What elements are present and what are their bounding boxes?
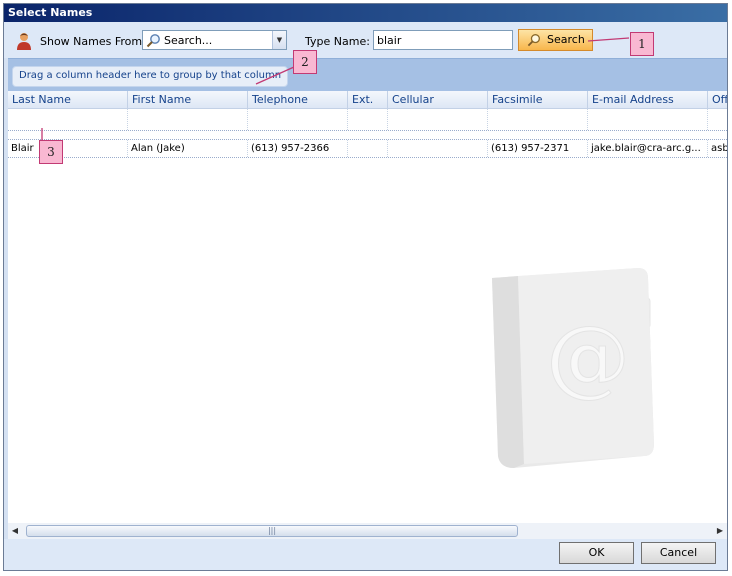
search-button[interactable]: Search <box>518 29 593 51</box>
type-name-input[interactable] <box>373 30 513 50</box>
search-button-label: Search <box>547 33 585 46</box>
column-header-email[interactable]: E-mail Address <box>588 91 708 108</box>
group-by-hint: Drag a column header here to group by th… <box>12 66 289 87</box>
column-header-facsimile[interactable]: Facsimile <box>488 91 588 108</box>
show-names-from-dropdown[interactable]: Search... ▼ <box>142 30 287 50</box>
cell-office: asb <box>708 140 727 157</box>
column-header-telephone[interactable]: Telephone <box>248 91 348 108</box>
svg-text:@: @ <box>546 308 630 406</box>
column-header-last-name[interactable]: Last Name <box>8 91 128 108</box>
show-names-from-value: Search... <box>164 34 213 47</box>
horizontal-scrollbar[interactable]: ◀ ||| ▶ <box>8 523 727 539</box>
names-grid[interactable]: Last Name First Name Telephone Ext. Cell… <box>8 91 727 523</box>
group-by-panel[interactable]: Drag a column header here to group by th… <box>8 58 727 91</box>
cancel-button[interactable]: Cancel <box>641 542 716 564</box>
filter-cell[interactable] <box>348 109 388 130</box>
filter-cell[interactable] <box>388 109 488 130</box>
chevron-down-icon[interactable]: ▼ <box>272 31 286 49</box>
column-header-cellular[interactable]: Cellular <box>388 91 488 108</box>
filter-row[interactable] <box>8 109 727 131</box>
magnifier-icon <box>527 34 540 47</box>
scroll-right-icon[interactable]: ▶ <box>713 523 727 539</box>
select-names-dialog: Select Names Show Names From: Search... … <box>3 3 728 571</box>
cell-cellular <box>388 140 488 157</box>
type-name-label: Type Name: <box>305 35 370 48</box>
callout-1: 1 <box>630 32 654 56</box>
scroll-left-icon[interactable]: ◀ <box>8 523 22 539</box>
filter-cell[interactable] <box>588 109 708 130</box>
person-icon <box>17 33 31 50</box>
column-header-ext[interactable]: Ext. <box>348 91 388 108</box>
column-header-first-name[interactable]: First Name <box>128 91 248 108</box>
callout-3: 3 <box>39 140 63 164</box>
show-names-from-label: Show Names From: <box>40 35 146 48</box>
cell-first-name: Alan (Jake) <box>128 140 248 157</box>
ok-button[interactable]: OK <box>559 542 634 564</box>
filter-cell[interactable] <box>8 109 128 130</box>
scrollbar-thumb[interactable]: ||| <box>26 525 518 537</box>
grid-header: Last Name First Name Telephone Ext. Cell… <box>8 91 727 109</box>
cell-email: jake.blair@cra-arc.g... <box>588 140 708 157</box>
cell-ext <box>348 140 388 157</box>
filter-cell[interactable] <box>488 109 588 130</box>
filter-cell[interactable] <box>128 109 248 130</box>
column-header-office[interactable]: Off <box>708 91 727 108</box>
address-book-icon: @ <box>492 268 654 468</box>
cell-last-name: Blair <box>8 140 128 157</box>
filter-cell[interactable] <box>248 109 348 130</box>
cell-telephone: (613) 957-2366 <box>248 140 348 157</box>
toolbar: Show Names From: Search... ▼ Type Name: … <box>4 22 727 58</box>
table-row[interactable]: Blair Alan (Jake) (613) 957-2366 (613) 9… <box>8 139 727 158</box>
dialog-footer: OK Cancel <box>4 539 727 570</box>
callout-2: 2 <box>293 50 317 74</box>
dialog-title: Select Names <box>4 4 727 22</box>
cell-facsimile: (613) 957-2371 <box>488 140 588 157</box>
magnifier-icon <box>146 34 160 48</box>
